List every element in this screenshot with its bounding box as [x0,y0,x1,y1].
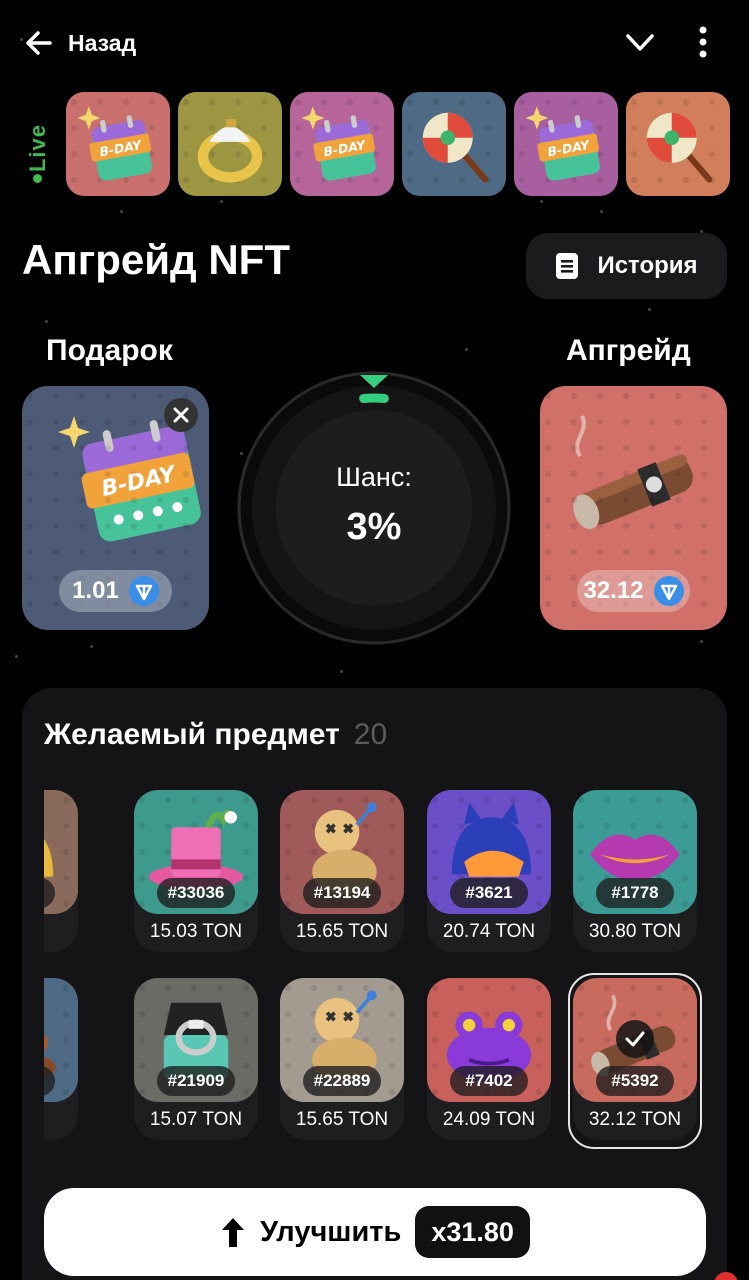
upgrade-price: 32.12 [577,570,690,612]
item-price: 32.12 TON [588,1109,682,1130]
item-number: #21909 [157,1066,235,1096]
item-price: 20.74 TON [442,921,536,942]
wishlist-grid: 0584TON #33036 15.03 TON #13194 15.65 TON #36… [44,788,707,1163]
background-star [465,348,468,351]
back-label: Назад [68,29,137,56]
history-label: История [597,252,698,279]
upgrade-action-button[interactable]: Улучшить x31.80 [44,1188,706,1276]
live-card[interactable] [402,92,506,196]
history-button[interactable]: История [526,233,727,299]
chance-value: 3% [346,506,402,548]
live-card[interactable] [626,92,730,196]
wishlist-item[interactable]: #33036 15.03 TON [134,790,258,958]
wishlist-item[interactable]: #7402 24.09 TON [427,978,551,1146]
lollipop-icon [422,112,489,183]
item-price: 15.65 TON [295,1109,389,1130]
wishlist-title: Желаемый предмет 20 [44,718,387,752]
live-indicator: Live [22,108,54,188]
wishlist-item[interactable]: #22889 15.65 TON [280,978,404,1146]
live-dot [33,174,42,183]
item-number: #22889 [303,1066,381,1096]
lollipop-icon [646,112,713,183]
live-card[interactable]: B-DAY [66,92,170,196]
bday-calendar-icon: B-DAY [525,106,600,181]
item-number: #1778 [596,878,674,908]
chance-label: Шанс: [336,462,412,492]
chevron-down-icon[interactable] [622,28,658,58]
background-star [648,308,651,311]
wishlist-count: 20 [353,718,388,751]
bday-calendar-icon: B-DAY [77,106,152,181]
nft-upgrade-screen: Назад Live B-DAY B-DAY B-DAY Апгрейд NFT И… [0,0,749,1280]
item-number: #13194 [303,878,381,908]
live-card[interactable]: B-DAY [290,92,394,196]
document-icon [556,253,579,279]
remove-gift-button[interactable] [164,398,198,432]
item-price: 24.09 TON [442,1109,536,1130]
upgrade-card[interactable]: 32.12 [540,386,727,630]
item-price: 15.07 TON [149,1109,243,1130]
back-button[interactable]: Назад [24,26,136,60]
upgrade-price-value: 32.12 [583,577,644,604]
item-price: TON [44,921,78,943]
wishlist-item[interactable]: #1778 30.80 TON [573,790,697,958]
wishlist-item[interactable]: #3621 20.74 TON [427,790,551,958]
background-star [45,320,48,323]
top-bar: Назад [0,0,749,85]
item-price: TON [44,1109,78,1131]
item-number: #5392 [596,1066,674,1096]
arrow-up-icon [222,1218,245,1247]
item-number: #33036 [157,878,235,908]
bday-calendar-icon: B-DAY [301,106,376,181]
live-card[interactable] [178,92,282,196]
background-star [540,200,543,203]
wishlist-item[interactable]: 623TON [44,978,78,1146]
upgrade-action-label: Улучшить [260,1215,402,1248]
item-price: 15.03 TON [149,921,243,942]
wishlist-item[interactable]: #21909 15.07 TON [134,978,258,1146]
ring-icon [197,119,263,183]
background-star [220,200,223,203]
multiplier-badge: x31.80 [415,1206,530,1258]
background-star [90,645,93,648]
background-star [120,210,123,213]
item-price: 30.80 TON [588,921,682,942]
background-star [340,670,343,673]
gift-card[interactable]: B-DAY 1.01 [22,386,209,630]
ton-icon [128,576,159,606]
gift-label: Подарок [46,334,173,367]
wishlist-title-text: Желаемый предмет [44,718,340,751]
ton-icon [653,576,684,606]
page-title: Апгрейд NFT [22,236,290,283]
wishlist-item[interactable]: #13194 15.65 TON [280,790,404,958]
wishlist-item[interactable]: #5392 32.12 TON [568,973,702,1149]
gift-price-value: 1.01 [72,577,119,604]
item-price: 15.65 TON [295,921,389,942]
live-card[interactable]: B-DAY [514,92,618,196]
background-star [15,655,18,658]
gift-price: 1.01 [59,570,172,612]
wishlist-item[interactable]: 0584TON [44,790,78,958]
live-label: Live [25,123,50,173]
upgrade-label: Апгрейд [566,334,691,367]
background-star [600,210,603,213]
more-vertical-icon[interactable] [690,24,716,60]
background-star [700,640,703,643]
item-number: #7402 [450,1066,528,1096]
item-number: #3621 [450,878,528,908]
arrow-left-icon [26,31,52,55]
close-icon [173,407,189,423]
